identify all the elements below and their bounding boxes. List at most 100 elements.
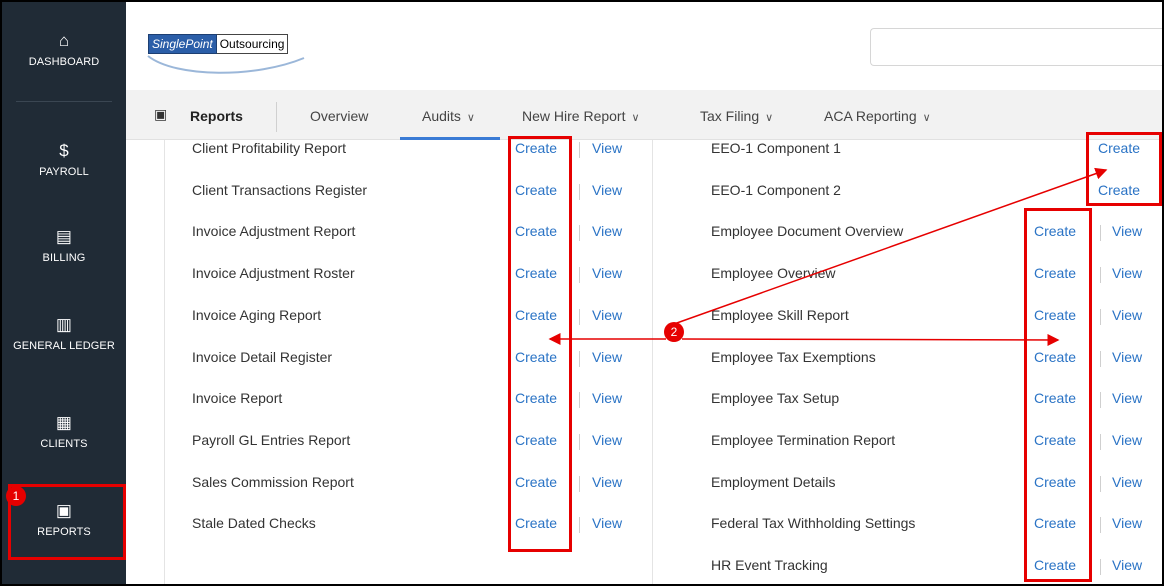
chevron-down-icon: ∨	[631, 112, 640, 124]
sidebar-item-clients[interactable]: ▦ CLIENTS	[2, 413, 126, 451]
report-name: Invoice Report	[192, 390, 283, 406]
view-link[interactable]: View	[592, 307, 622, 323]
logo-text-singlepoint: SinglePoint	[148, 34, 217, 54]
link-separator	[1100, 225, 1101, 241]
reports-navbar: ▣ Reports Overview Audits ∨ New Hire Repo…	[126, 90, 1162, 140]
annotation-box-right-create	[1024, 208, 1092, 582]
view-link[interactable]: View	[1112, 223, 1142, 239]
report-name: Employment Details	[711, 474, 836, 490]
sidebar-item-payroll[interactable]: $ PAYROLL	[2, 141, 126, 179]
report-name: Employee Tax Setup	[711, 390, 840, 406]
ledger-books-icon: ▥	[55, 315, 73, 334]
view-link[interactable]: View	[592, 223, 622, 239]
view-link[interactable]: View	[1112, 557, 1142, 573]
view-link[interactable]: View	[592, 349, 622, 365]
top-header: SinglePoint Outsourcing	[126, 2, 1162, 90]
link-separator	[1100, 267, 1101, 283]
building-icon: ▦	[55, 413, 73, 432]
sidebar-item-label: CLIENTS	[40, 438, 88, 450]
view-link[interactable]: View	[592, 390, 622, 406]
link-separator	[579, 267, 580, 283]
view-link[interactable]: View	[592, 182, 622, 198]
report-name: Payroll GL Entries Report	[192, 432, 351, 448]
view-link[interactable]: View	[592, 515, 622, 531]
nav-divider	[276, 102, 277, 132]
link-separator	[579, 351, 580, 367]
sidebar-item-label: DASHBOARD	[28, 56, 100, 68]
link-separator	[1100, 517, 1101, 533]
view-link[interactable]: View	[1112, 474, 1142, 490]
tab-overview[interactable]: Overview	[310, 108, 368, 124]
app-window: ⌂ DASHBOARD $ PAYROLL ▤ BILLING ▥ GENERAL LEDGE…	[0, 0, 1164, 586]
chevron-down-icon: ∨	[922, 112, 931, 124]
link-separator	[1100, 351, 1101, 367]
sidebar-item-label: PAYROLL	[39, 166, 89, 178]
link-separator	[579, 309, 580, 325]
sidebar-item-dashboard[interactable]: ⌂ DASHBOARD	[2, 31, 126, 69]
view-link[interactable]: View	[1112, 432, 1142, 448]
tab-audits-label: Audits	[422, 108, 461, 124]
report-name: Federal Tax Withholding Settings	[711, 515, 916, 531]
tab-new-hire-report[interactable]: New Hire Report ∨	[522, 108, 640, 124]
view-link[interactable]: View	[592, 474, 622, 490]
annotation-box-eeo-create	[1086, 132, 1162, 206]
link-separator	[579, 392, 580, 408]
sidebar-item-label: BILLING	[42, 252, 86, 264]
tab-aca-reporting-label: ACA Reporting	[824, 108, 917, 124]
logo-text-outsourcing: Outsourcing	[216, 34, 289, 54]
link-separator	[1100, 392, 1101, 408]
view-link[interactable]: View	[1112, 265, 1142, 281]
report-icon: ▣	[154, 106, 168, 122]
search-input[interactable]	[870, 28, 1162, 66]
report-name: Stale Dated Checks	[192, 515, 316, 531]
home-icon: ⌂	[58, 31, 70, 50]
report-name: HR Event Tracking	[711, 557, 828, 573]
view-link[interactable]: View	[1112, 390, 1142, 406]
report-name: Employee Termination Report	[711, 432, 896, 448]
report-name: EEO-1 Component 2	[711, 182, 841, 198]
tab-audits[interactable]: Audits ∨	[422, 108, 475, 124]
link-separator	[1100, 476, 1101, 492]
link-separator	[579, 142, 580, 158]
report-name: Invoice Adjustment Roster	[192, 265, 355, 281]
tab-tax-filing[interactable]: Tax Filing ∨	[700, 108, 773, 124]
view-link[interactable]: View	[592, 432, 622, 448]
view-link[interactable]: View	[592, 265, 622, 281]
report-name: Employee Tax Exemptions	[711, 349, 876, 365]
link-separator	[579, 225, 580, 241]
report-name: Sales Commission Report	[192, 474, 354, 490]
annotation-badge-2: 2	[664, 322, 684, 342]
chevron-down-icon: ∨	[765, 112, 774, 124]
view-link[interactable]: View	[1112, 307, 1142, 323]
annotation-badge-1: 1	[6, 486, 26, 506]
tab-aca-reporting[interactable]: ACA Reporting ∨	[824, 108, 931, 124]
view-link[interactable]: View	[592, 140, 622, 156]
report-name: Invoice Detail Register	[192, 349, 333, 365]
view-link[interactable]: View	[1112, 515, 1142, 531]
report-name: Invoice Aging Report	[192, 307, 322, 323]
report-name: Client Profitability Report	[192, 140, 347, 156]
link-separator	[579, 184, 580, 200]
view-link[interactable]: View	[1112, 349, 1142, 365]
link-separator	[579, 434, 580, 450]
link-separator	[579, 517, 580, 533]
page-title: Reports	[190, 108, 243, 124]
sidebar-item-billing[interactable]: ▤ BILLING	[2, 228, 126, 265]
report-name: Employee Document Overview	[711, 223, 904, 239]
report-name: Employee Overview	[711, 265, 836, 281]
link-separator	[579, 476, 580, 492]
logo-swoosh	[147, 55, 305, 74]
tab-new-hire-report-label: New Hire Report	[522, 108, 626, 124]
sidebar-item-label: GENERAL LEDGER	[13, 340, 115, 352]
column-divider	[652, 140, 653, 584]
link-separator	[1100, 309, 1101, 325]
link-separator	[1100, 559, 1101, 575]
column-divider	[164, 140, 165, 584]
tab-overview-label: Overview	[310, 108, 369, 124]
report-name: Employee Skill Report	[711, 307, 849, 323]
tab-tax-filing-label: Tax Filing	[700, 108, 760, 124]
report-list: Client Profitability Report Create View Cli…	[126, 140, 1162, 584]
sidebar-item-general-ledger[interactable]: ▥ GENERAL LEDGER	[2, 315, 126, 353]
dollar-circle-icon: $	[59, 141, 69, 160]
link-separator	[1100, 434, 1101, 450]
